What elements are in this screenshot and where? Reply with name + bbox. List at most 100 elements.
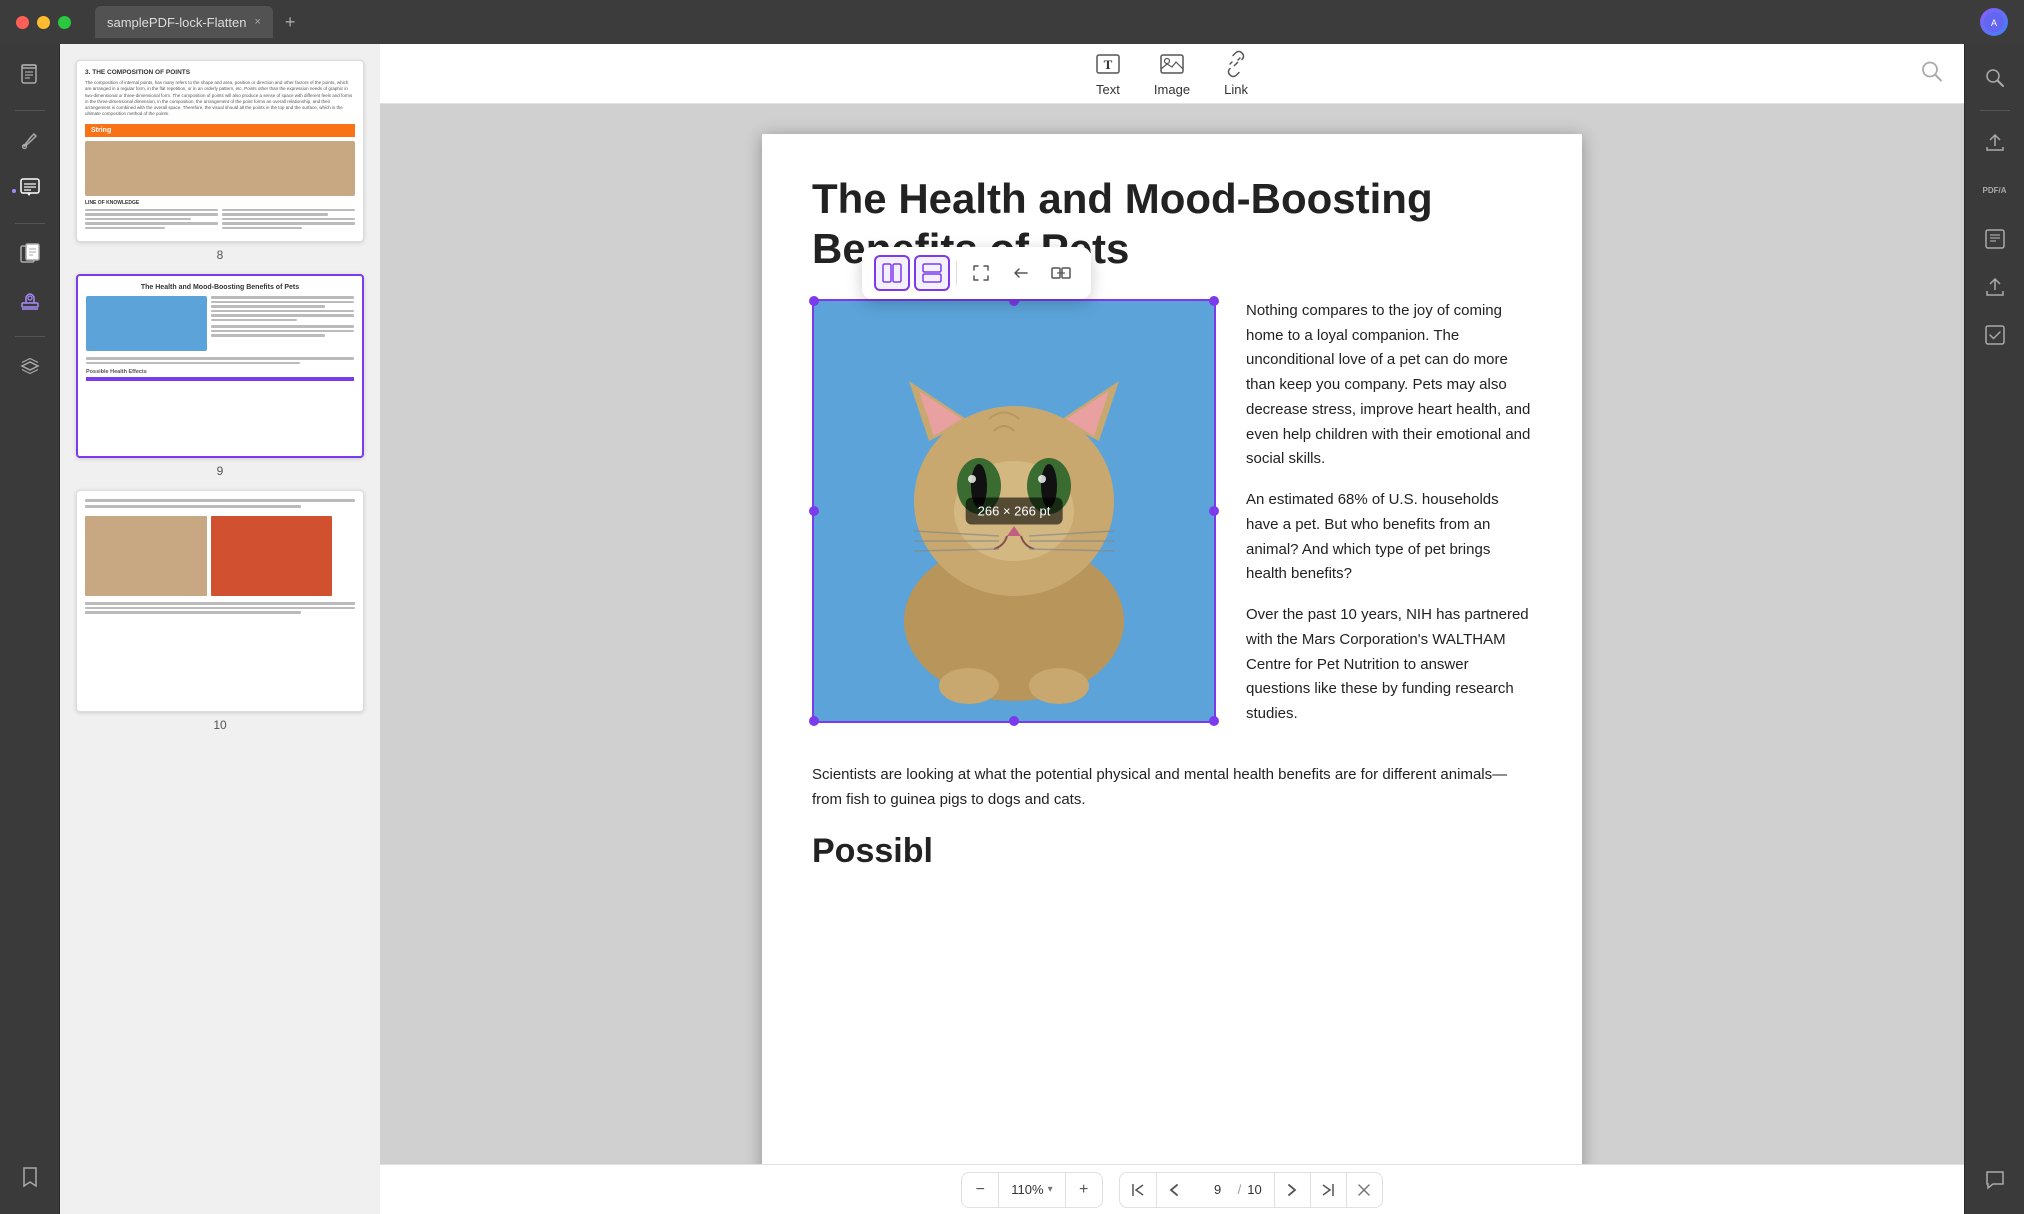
handle-top-left[interactable] xyxy=(809,296,819,306)
right-sidebar: PDF/A xyxy=(1964,44,2024,1214)
stamp-icon xyxy=(18,289,42,319)
right-upload-icon[interactable] xyxy=(1973,121,2017,165)
thumb-9-section: Possible Health Effects xyxy=(86,369,354,375)
right-pdfa-icon[interactable]: PDF/A xyxy=(1973,169,2017,213)
pdf-content-row: 266 × 266 pt xyxy=(812,299,1532,743)
img-tool-divider-1 xyxy=(956,261,957,285)
sidebar-item-annotation[interactable] xyxy=(8,169,52,213)
new-tab-button[interactable]: + xyxy=(285,12,296,33)
sidebar-item-brush[interactable] xyxy=(8,121,52,165)
img-tool-btn-4[interactable] xyxy=(1003,255,1039,291)
link-tool-label: Link xyxy=(1224,82,1248,97)
pdf-paragraph-3: Over the past 10 years, NIH has partnere… xyxy=(1246,603,1532,727)
sidebar-item-pages[interactable] xyxy=(8,234,52,278)
handle-bottom-right[interactable] xyxy=(1209,716,1219,726)
thumb-10-img1 xyxy=(85,516,207,596)
thumb-10-img2 xyxy=(211,516,333,596)
page-first-button[interactable] xyxy=(1120,1172,1156,1208)
thumb-card-9[interactable]: The Health and Mood-Boosting Benefits of… xyxy=(76,274,364,458)
handle-mid-right[interactable] xyxy=(1209,506,1219,516)
image-size-label: 266 × 266 pt xyxy=(966,497,1063,524)
img-tool-btn-3[interactable] xyxy=(963,255,999,291)
right-search-icon[interactable] xyxy=(1973,56,2017,100)
page-nav-close-button[interactable] xyxy=(1346,1172,1382,1208)
tab-close-icon[interactable]: × xyxy=(254,16,260,28)
sidebar-item-stamp[interactable] xyxy=(8,282,52,326)
handle-bottom-mid[interactable] xyxy=(1009,716,1019,726)
zoom-level: 110% xyxy=(1011,1182,1043,1197)
pdf-paragraph-1: Nothing compares to the joy of coming ho… xyxy=(1246,299,1532,472)
current-page-input[interactable]: 9 xyxy=(1204,1182,1232,1197)
tab-title: samplePDF-lock-Flatten xyxy=(107,15,246,30)
handle-top-right[interactable] xyxy=(1209,296,1219,306)
sidebar-item-document[interactable] xyxy=(8,56,52,100)
selected-image-wrapper[interactable]: 266 × 266 pt xyxy=(812,299,1216,723)
thumb-card-8[interactable]: 3. THE COMPOSITION OF POINTS The composi… xyxy=(76,60,364,242)
right-comment-icon[interactable] xyxy=(1973,1158,2017,1202)
right-check-icon[interactable] xyxy=(1973,313,2017,357)
thumb-10-images xyxy=(85,516,355,596)
search-button[interactable] xyxy=(1920,59,1944,88)
page-prev-button[interactable] xyxy=(1156,1172,1192,1208)
page-display: 9 / 10 xyxy=(1192,1173,1274,1207)
zoom-display[interactable]: 110% ▾ xyxy=(998,1173,1065,1207)
handle-bottom-left[interactable] xyxy=(809,716,819,726)
top-toolbar: T Text Image Link xyxy=(380,44,1964,104)
avatar: A xyxy=(1980,8,2008,36)
text-tool-label: Text xyxy=(1096,82,1120,97)
thumb-9-bottom: Possible Health Effects xyxy=(86,357,354,414)
bottom-bar: − 110% ▾ + 9 / 10 xyxy=(380,1164,1964,1214)
maximize-button[interactable] xyxy=(58,16,71,29)
img-tool-btn-5[interactable] xyxy=(1043,255,1079,291)
right-divider-1 xyxy=(1980,110,2010,111)
right-share-icon[interactable] xyxy=(1973,265,2017,309)
active-tab[interactable]: samplePDF-lock-Flatten × xyxy=(95,6,273,38)
thumb-9-cat-img xyxy=(86,296,207,351)
thumb-content-10 xyxy=(77,491,363,711)
sidebar-divider-1 xyxy=(15,110,45,111)
svg-text:T: T xyxy=(1104,57,1113,72)
img-tool-btn-1[interactable] xyxy=(874,255,910,291)
text-tool-icon: T xyxy=(1094,50,1122,78)
pdf-page: The Health and Mood-Boosting Benefits of… xyxy=(762,134,1582,1164)
tab-bar: samplePDF-lock-Flatten × + xyxy=(95,6,1972,38)
thumb-content-8: 3. THE COMPOSITION OF POINTS The composi… xyxy=(77,61,363,241)
thumb-9-number: 9 xyxy=(217,464,224,478)
zoom-out-button[interactable]: − xyxy=(962,1172,998,1208)
handle-mid-left[interactable] xyxy=(809,506,819,516)
thumb-8-title: 3. THE COMPOSITION OF POINTS xyxy=(85,69,355,76)
thumb-9-layout xyxy=(86,296,354,351)
pdf-canvas[interactable]: The Health and Mood-Boosting Benefits of… xyxy=(380,104,1964,1164)
total-pages: 10 xyxy=(1247,1182,1261,1197)
zoom-chevron-icon: ▾ xyxy=(1048,1184,1053,1195)
zoom-in-button[interactable]: + xyxy=(1066,1172,1102,1208)
img-tool-btn-2[interactable] xyxy=(914,255,950,291)
sidebar-item-bookmark[interactable] xyxy=(8,1158,52,1202)
page-next-button[interactable] xyxy=(1274,1172,1310,1208)
minimize-button[interactable] xyxy=(37,16,50,29)
toolbar-link-item[interactable]: Link xyxy=(1222,50,1250,97)
thumb-9-title: The Health and Mood-Boosting Benefits of… xyxy=(86,284,354,291)
thumb-9-purple xyxy=(86,377,354,381)
thumbnail-page-8[interactable]: 3. THE COMPOSITION OF POINTS The composi… xyxy=(72,60,368,262)
left-sidebar xyxy=(0,44,60,1214)
close-button[interactable] xyxy=(16,16,29,29)
zoom-controls: − 110% ▾ + xyxy=(961,1172,1102,1208)
image-tool-icon xyxy=(1158,50,1186,78)
toolbar-image-item[interactable]: Image xyxy=(1154,50,1190,97)
sidebar-item-layers[interactable] xyxy=(8,347,52,391)
thumbnail-page-10[interactable]: 10 xyxy=(72,490,368,732)
bookmark-icon xyxy=(20,1166,40,1194)
link-tool-icon xyxy=(1222,50,1250,78)
page-last-button[interactable] xyxy=(1310,1172,1346,1208)
thumb-8-img xyxy=(85,141,355,196)
right-security-icon[interactable] xyxy=(1973,217,2017,261)
active-indicator xyxy=(12,189,16,193)
main-area: 3. THE COMPOSITION OF POINTS The composi… xyxy=(0,44,2024,1214)
thumb-card-10[interactable] xyxy=(76,490,364,712)
toolbar-text-item[interactable]: T Text xyxy=(1094,50,1122,97)
page-navigation: 9 / 10 xyxy=(1119,1172,1383,1208)
thumbnail-page-9[interactable]: The Health and Mood-Boosting Benefits of… xyxy=(72,274,368,478)
sidebar-divider-3 xyxy=(15,336,45,337)
toolbar-group: T Text Image Link xyxy=(1094,50,1250,97)
